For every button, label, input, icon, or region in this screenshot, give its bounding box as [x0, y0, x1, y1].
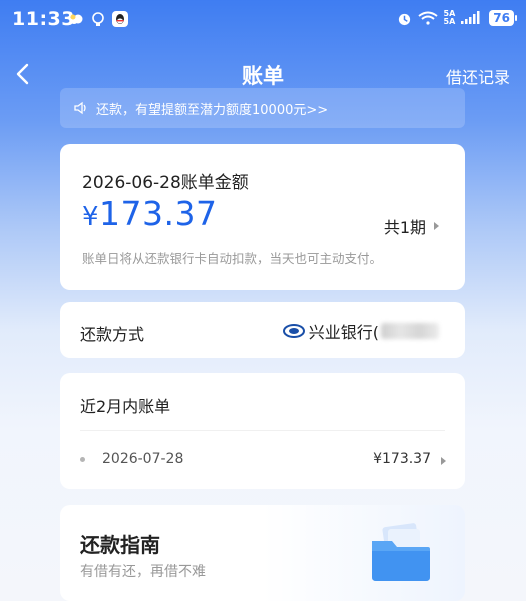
recent-bills-card: 近2月内账单 2026-07-28 ¥173.37	[60, 373, 465, 489]
bank-name: 兴业银行(	[308, 323, 379, 342]
caret-right-icon	[441, 457, 446, 465]
alarm-icon	[398, 13, 410, 25]
notice-text: 还款，有望提额至潜力额度10000元>>	[96, 102, 329, 118]
repayment-guide-card[interactable]: 还款指南 有借有还，再借不难	[60, 505, 465, 601]
cib-bank-logo-icon	[282, 324, 305, 338]
recent-bills-title: 近2月内账单	[80, 397, 171, 416]
speaker-icon	[74, 101, 86, 115]
currency-symbol: ¥	[82, 202, 100, 232]
status-time: 11:33	[12, 8, 75, 30]
bill-amount: ¥173.37	[82, 194, 218, 233]
guide-title: 还款指南	[80, 533, 160, 557]
battery-indicator: 76	[489, 10, 517, 26]
guide-subtitle: 有借有还，再借不难	[80, 564, 206, 580]
auto-debit-note: 账单日将从还款银行卡自动扣款，当天也可主动支付。	[82, 251, 383, 266]
caret-right-icon	[434, 222, 439, 230]
folder-illustration-icon	[372, 523, 430, 581]
bank-account: 兴业银行(	[282, 319, 439, 343]
bill-date: 2026-07-28	[102, 451, 184, 467]
lightbulb-icon	[92, 12, 104, 26]
installment-periods-link[interactable]: 共1期	[384, 214, 439, 238]
repayment-method-label: 还款方式	[80, 325, 145, 344]
cloud-icon	[70, 14, 83, 24]
periods-label: 共1期	[383, 218, 426, 237]
bullet-dot	[80, 457, 85, 462]
bill-title: 2026-06-28账单金额	[82, 173, 249, 193]
borrow-repay-history-link[interactable]: 借还记录	[446, 64, 510, 88]
repayment-method-row[interactable]: 还款方式 兴业银行(	[60, 302, 465, 358]
wifi-icon	[417, 11, 438, 25]
bill-amount-value: 173.37	[99, 194, 218, 233]
bill-summary-card: 2026-06-28账单金额 ¥173.37 共1期 账单日将从还款银行卡自动扣…	[60, 144, 465, 290]
network-label: 5A 5A	[443, 9, 456, 26]
qq-icon	[112, 11, 128, 27]
status-right: 5A 5A 76	[397, 9, 517, 26]
credit-increase-notice[interactable]: 还款，有望提额至潜力额度10000元>>	[60, 88, 465, 128]
signal-icon	[461, 11, 480, 24]
bill-item-amount: ¥173.37	[373, 451, 431, 467]
bill-list-item[interactable]: 2026-07-28 ¥173.37	[60, 445, 465, 475]
divider	[80, 430, 445, 431]
status-bar: 11:33 5A 5A 76	[0, 0, 526, 40]
masked-card-number	[381, 323, 439, 339]
